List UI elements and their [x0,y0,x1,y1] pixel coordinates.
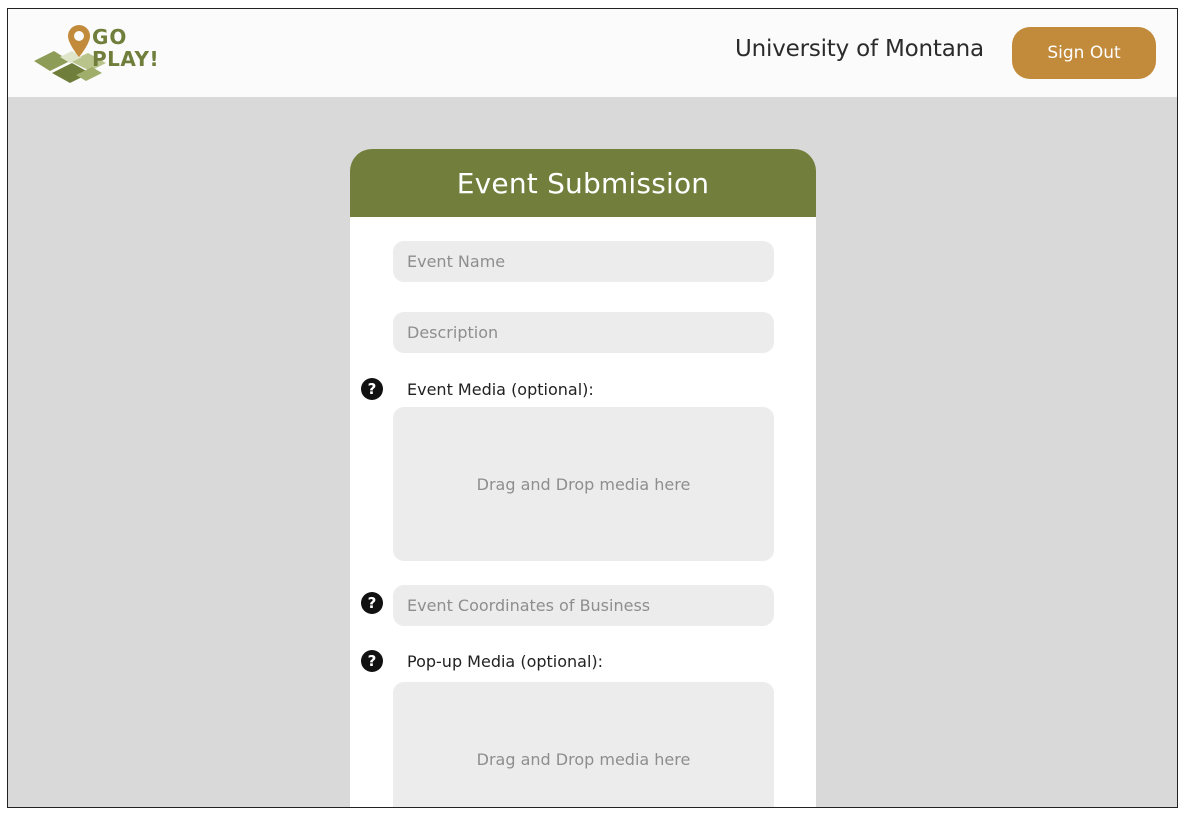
event-coordinates-input[interactable] [393,585,774,626]
event-media-drop-text: Drag and Drop media here [476,474,691,494]
logo-text-go: GO [92,25,128,49]
coordinates-help-icon[interactable]: ? [361,592,383,614]
app-frame: GO PLAY! University of Montana Sign Out … [7,8,1178,808]
popup-media-label: Pop-up Media (optional): [407,652,604,671]
organization-name: University of Montana [735,36,984,62]
form-title: Event Submission [350,149,816,217]
top-navbar: GO PLAY! University of Montana Sign Out [8,9,1177,97]
popup-media-help-icon[interactable]: ? [361,650,383,672]
event-media-dropzone[interactable]: Drag and Drop media here [393,407,774,561]
event-media-help-icon[interactable]: ? [361,378,383,400]
event-submission-card: Event Submission ? Event Media (optional… [350,149,816,807]
event-media-label: Event Media (optional): [407,380,594,399]
popup-media-dropzone[interactable]: Drag and Drop media here [393,682,774,807]
go-play-logo[interactable]: GO PLAY! [32,17,182,89]
logo-text-play: PLAY! [92,47,160,71]
description-input[interactable] [393,312,774,353]
event-name-input[interactable] [393,241,774,282]
sign-out-button[interactable]: Sign Out [1012,27,1156,79]
popup-media-drop-text: Drag and Drop media here [476,749,691,769]
